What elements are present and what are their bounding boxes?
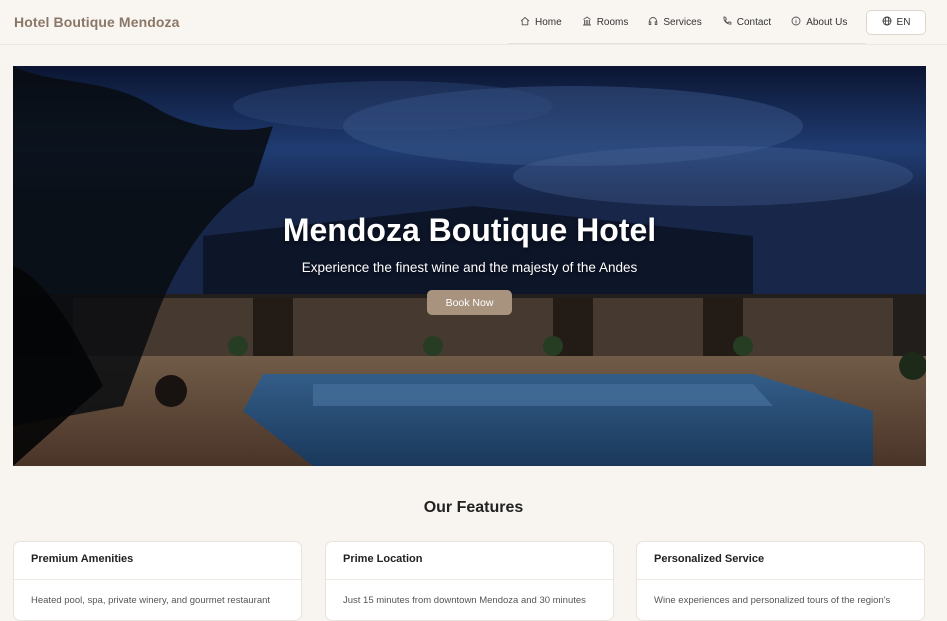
phone-icon [722,15,732,29]
feature-card-premium-amenities: Premium Amenities Heated pool, spa, priv… [13,541,302,621]
nav-item-rooms[interactable]: Rooms [572,0,639,44]
feature-card-body: Just 15 minutes from downtown Mendoza an… [343,595,586,606]
main-nav: Home Rooms Services Contact About Us [510,0,857,44]
nav-item-about[interactable]: About Us [781,0,857,44]
feature-card-personalized-service: Personalized Service Wine experiences an… [636,541,925,621]
card-divider [14,579,301,580]
nav-item-label: Rooms [596,16,629,28]
nav-item-services[interactable]: Services [638,0,711,44]
feature-card-body: Wine experiences and personalized tours … [654,595,891,606]
nav-item-contact[interactable]: Contact [712,0,781,44]
feature-card-title: Premium Amenities [31,553,134,565]
nav-item-label: About Us [806,16,848,28]
nav-item-home[interactable]: Home [510,0,572,44]
language-selector-button[interactable]: EN [866,10,926,35]
nav-divider [508,43,866,44]
hero-banner: Mendoza Boutique Hotel Experience the fi… [13,66,926,466]
headset-icon [648,16,658,29]
card-divider [326,579,613,580]
feature-card-prime-location: Prime Location Just 15 minutes from down… [325,541,614,621]
brand-logo-text[interactable]: Hotel Boutique Mendoza [14,14,180,30]
top-navbar: Hotel Boutique Mendoza Home Rooms Servic… [0,0,947,45]
features-heading: Our Features [423,499,524,516]
nav-item-label: Home [535,16,562,28]
feature-card-title: Personalized Service [654,553,765,565]
building-icon [582,15,592,29]
card-divider [637,579,924,580]
globe-icon [882,16,892,29]
language-label: EN [896,17,911,28]
hero-title: Mendoza Boutique Hotel [282,212,657,248]
feature-card-body: Heated pool, spa, private winery, and go… [31,595,271,606]
hero-subtitle: Experience the finest wine and the majes… [301,260,638,275]
home-icon [520,16,530,29]
nav-item-label: Services [663,16,702,28]
info-icon [791,16,801,29]
feature-card-title: Prime Location [343,553,423,565]
book-now-button[interactable]: Book Now [427,290,512,315]
nav-item-label: Contact [736,16,772,28]
